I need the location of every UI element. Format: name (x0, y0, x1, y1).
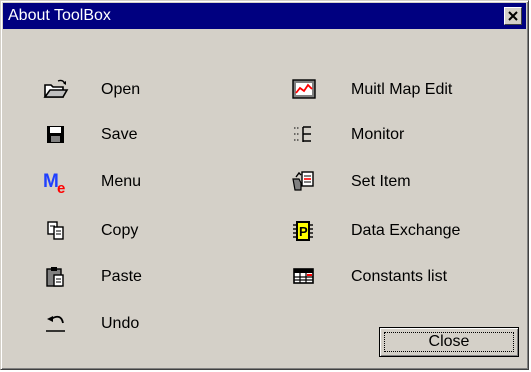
item-set-item-label: Set Item (351, 173, 411, 190)
title-bar[interactable]: About ToolBox (3, 3, 526, 29)
menu-me-icon: M e (43, 171, 65, 195)
item-copy-label: Copy (101, 222, 139, 239)
item-save: Save (43, 120, 243, 150)
about-toolbox-dialog: About ToolBox Open Save M e Menu Copy Pa… (0, 0, 529, 370)
undo-icon (46, 315, 65, 332)
data-exchange-chip-icon: P (293, 221, 313, 241)
chip-p-glyph: P (299, 224, 308, 239)
item-monitor: Monitor (291, 120, 511, 150)
item-copy: Copy (43, 216, 243, 246)
item-paste-label: Paste (101, 268, 142, 285)
close-button[interactable]: Close (379, 327, 519, 357)
open-folder-icon (43, 79, 69, 98)
item-paste: Paste (43, 262, 243, 292)
item-save-label: Save (101, 126, 138, 143)
item-constants-list: Constants list (291, 262, 511, 292)
item-menu: M e Menu (43, 167, 243, 197)
item-open-label: Open (101, 81, 141, 98)
menu-icon-e-glyph: e (57, 180, 65, 195)
item-monitor-label: Monitor (351, 126, 405, 143)
item-menu-label: Menu (101, 173, 142, 190)
close-icon (508, 11, 518, 21)
item-undo-label: Undo (101, 315, 140, 332)
close-button-label: Close (428, 333, 470, 350)
item-undo: Undo (43, 309, 243, 339)
map-chart-icon (292, 79, 316, 99)
set-item-icon (292, 171, 314, 191)
dialog-body: Open Save M e Menu Copy Paste Undo Muitl… (3, 31, 526, 367)
item-constants-list-label: Constants list (351, 268, 448, 285)
item-multi-map-edit: Muitl Map Edit (291, 75, 511, 105)
monitor-list-icon (294, 126, 311, 142)
floppy-disk-icon (47, 126, 64, 143)
item-multi-map-edit-label: Muitl Map Edit (351, 81, 453, 98)
item-open: Open (43, 75, 243, 105)
item-data-exchange-label: Data Exchange (351, 222, 461, 239)
grid-table-icon (293, 268, 314, 284)
item-data-exchange: P Data Exchange (291, 216, 511, 246)
title-close-button[interactable] (504, 7, 522, 25)
item-set-item: Set Item (291, 167, 511, 197)
paste-clipboard-icon (46, 267, 64, 287)
copy-icon (47, 221, 64, 240)
window-title: About ToolBox (8, 7, 111, 24)
